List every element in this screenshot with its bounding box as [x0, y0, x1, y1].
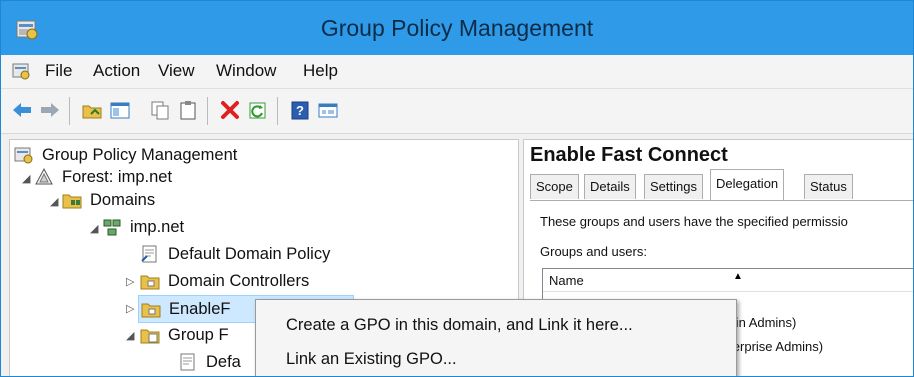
tab-delegation[interactable]: Delegation — [710, 169, 785, 200]
show-hide-tree-button[interactable] — [107, 97, 133, 123]
toolbar-separator — [69, 97, 70, 125]
tree-item-label: Domains — [90, 190, 156, 209]
sort-ascending-icon: ▲ — [733, 271, 743, 282]
paste-icon — [180, 101, 196, 120]
gpo-container-icon — [140, 329, 160, 344]
context-menu: Create a GPO in this domain, and Link it… — [255, 299, 737, 376]
help-button[interactable]: ? — [287, 97, 313, 123]
toolbar-separator — [207, 97, 208, 125]
forest-icon — [35, 167, 53, 185]
up-folder-icon — [82, 105, 102, 119]
back-icon — [13, 103, 31, 117]
menu-window[interactable]: Window — [216, 61, 276, 81]
tree-item-label: imp.net — [130, 217, 185, 236]
tree-item-label: Defa — [206, 352, 241, 371]
system-menu-icon[interactable] — [11, 61, 31, 81]
forward-button[interactable] — [37, 97, 63, 123]
window-title: Group Policy Management — [320, 15, 594, 41]
refresh-button[interactable] — [245, 97, 271, 123]
app-window: Group Policy Management File Action View… — [0, 0, 914, 377]
menu-item-link-existing-gpo[interactable]: Link an Existing GPO... — [286, 350, 457, 369]
copy-icon — [151, 101, 169, 120]
collapse-arrow-icon[interactable]: ◢ — [126, 329, 134, 342]
properties-icon — [318, 103, 338, 118]
tab-divider — [530, 200, 913, 201]
toolbar-separator — [277, 97, 278, 125]
toolbar: ? — [1, 89, 913, 134]
up-folder-button[interactable] — [79, 97, 105, 123]
tab-status[interactable]: Status — [804, 174, 853, 199]
tree-item-group-policy-objects[interactable]: Group F — [140, 322, 229, 348]
menu-help[interactable]: Help — [303, 61, 338, 81]
back-button[interactable] — [9, 97, 35, 123]
gpo-title: Enable Fast Connect — [530, 144, 728, 166]
menu-action[interactable]: Action — [93, 61, 140, 81]
tree-item-domain-controllers[interactable]: Domain Controllers — [140, 268, 309, 294]
tree-item-default-gpo[interactable]: Defa — [178, 349, 241, 375]
domain-icon — [103, 219, 121, 236]
list-header: Name ▲ — [543, 269, 913, 292]
menu-view[interactable]: View — [158, 61, 195, 81]
title-bar[interactable]: Group Policy Management — [1, 1, 913, 55]
copy-button[interactable] — [147, 97, 173, 123]
gpo-icon — [180, 353, 195, 371]
menu-file[interactable]: File — [45, 61, 72, 81]
domains-folder-icon — [62, 194, 82, 209]
expand-arrow-icon[interactable]: ▷ — [126, 302, 134, 315]
tree-item-label: Group Policy Management — [42, 145, 238, 164]
tree-item-label: Group F — [168, 325, 229, 344]
properties-button[interactable] — [315, 97, 341, 123]
tree-item-default-domain-policy[interactable]: Default Domain Policy — [140, 241, 330, 267]
column-header-name[interactable]: Name — [549, 273, 584, 288]
ou-folder-icon — [140, 275, 160, 290]
tree-item-label: Domain Controllers — [168, 271, 310, 290]
gpm-console-icon — [14, 147, 33, 164]
tab-details[interactable]: Details — [584, 174, 636, 199]
forward-icon — [41, 103, 59, 117]
collapse-arrow-icon[interactable]: ◢ — [90, 222, 98, 235]
tree-item-label: EnableF — [169, 299, 231, 318]
collapse-arrow-icon[interactable]: ◢ — [22, 172, 30, 185]
tree-item-domains[interactable]: Domains — [62, 187, 155, 213]
menu-item-create-gpo-and-link[interactable]: Create a GPO in this domain, and Link it… — [286, 316, 633, 335]
collapse-arrow-icon[interactable]: ◢ — [50, 195, 58, 208]
groups-users-label: Groups and users: — [540, 244, 647, 259]
delete-button[interactable] — [217, 97, 243, 123]
gpo-link-icon — [141, 245, 157, 263]
tab-scope[interactable]: Scope — [530, 174, 579, 199]
tree-item-label: Default Domain Policy — [168, 244, 331, 263]
tab-settings[interactable]: Settings — [644, 174, 703, 199]
delegation-description: These groups and users have the specifie… — [540, 214, 848, 229]
ou-folder-icon — [141, 303, 161, 318]
tree-item-domain-imp-net[interactable]: imp.net — [102, 214, 184, 240]
paste-button[interactable] — [175, 97, 201, 123]
menu-bar: File Action View Window Help — [1, 55, 913, 89]
expand-arrow-icon[interactable]: ▷ — [126, 275, 134, 288]
svg-text:?: ? — [296, 103, 304, 118]
show-hide-tree-icon — [110, 102, 130, 119]
tree-item-label: Forest: imp.net — [62, 167, 173, 186]
help-icon: ? — [291, 101, 309, 120]
delete-icon — [221, 101, 239, 119]
refresh-icon — [249, 102, 266, 119]
